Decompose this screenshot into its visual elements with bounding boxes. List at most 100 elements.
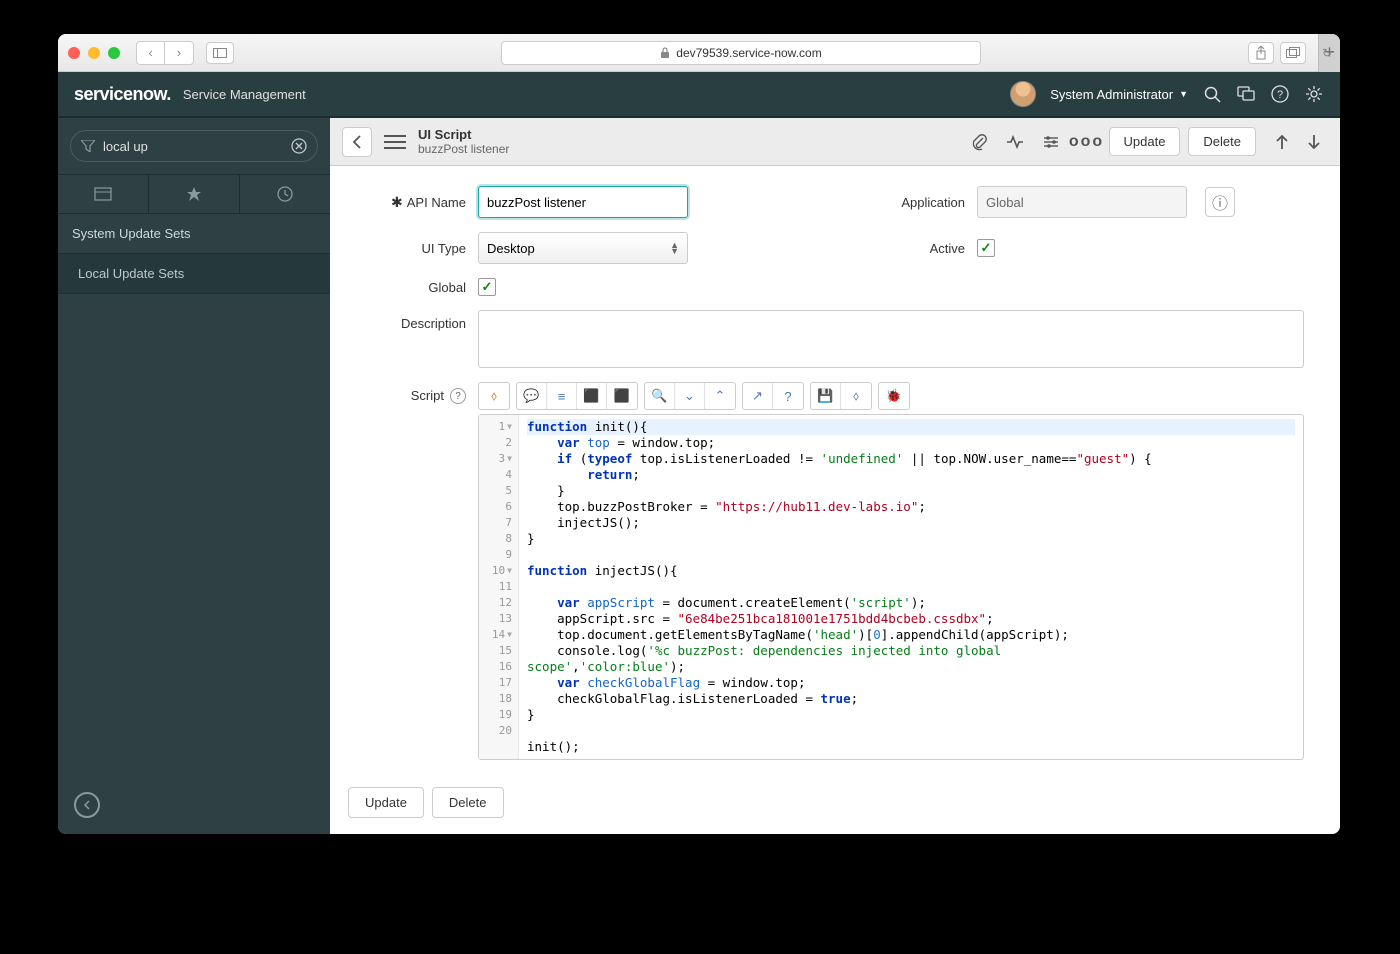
forward-button[interactable]: ›	[165, 42, 193, 64]
form-body: ✱API Name Application ⓘ UI Type	[330, 166, 1340, 771]
script-editor[interactable]: 1 ▼2 3 ▼4 5 6 7 8 9 10 ▼11 12 13 14 ▼15 …	[478, 414, 1304, 760]
more-icon[interactable]: ooo	[1073, 128, 1101, 156]
browser-window: ‹ › dev79539.service-now.com ↻ + service…	[58, 34, 1340, 834]
active-checkbox[interactable]: ✓	[977, 239, 995, 257]
field-ui-type: UI Type Desktop ▲▼	[366, 232, 805, 264]
user-menu[interactable]: System Administrator ▼	[1050, 87, 1188, 102]
tb-fullscreen-icon[interactable]: ↗	[743, 383, 773, 409]
help-icon[interactable]: ?	[1270, 84, 1290, 104]
script-label: Script	[411, 388, 444, 403]
filter-input[interactable]	[103, 139, 283, 154]
ui-type-value: Desktop	[487, 241, 535, 256]
active-label: Active	[865, 241, 965, 256]
next-record-button[interactable]	[1300, 128, 1328, 156]
spacer	[865, 278, 1304, 296]
nav-section-update-sets[interactable]: System Update Sets	[58, 214, 330, 254]
form-row-2: UI Type Desktop ▲▼ Active ✓	[366, 232, 1304, 264]
url-bar[interactable]: dev79539.service-now.com ↻	[501, 41, 981, 65]
update-button-bottom[interactable]: Update	[348, 787, 424, 818]
tb-comment-icon[interactable]: 💬	[517, 383, 547, 409]
share-icon[interactable]	[1248, 42, 1274, 64]
application-label: Application	[865, 195, 965, 210]
application-input	[977, 186, 1187, 218]
form-row-script: Script ? ⬨ 💬 ≡ ⬛ ⬛	[366, 382, 1304, 760]
sidebar-toggle-button[interactable]	[206, 42, 234, 64]
back-button[interactable]	[342, 127, 372, 157]
gear-icon[interactable]	[1304, 84, 1324, 104]
avatar[interactable]	[1010, 81, 1036, 107]
delete-button-bottom[interactable]: Delete	[432, 787, 504, 818]
required-icon: ✱	[391, 194, 403, 211]
update-button[interactable]: Update	[1109, 127, 1181, 156]
reload-icon[interactable]: ↻	[1322, 46, 1332, 60]
svg-text:?: ?	[1277, 89, 1283, 101]
chat-icon[interactable]	[1236, 84, 1256, 104]
script-help-icon[interactable]: ?	[450, 388, 466, 404]
application-info-icon[interactable]: ⓘ	[1205, 187, 1235, 217]
tb-debug-icon[interactable]: 🐞	[879, 383, 909, 409]
clear-filter-icon[interactable]	[291, 138, 307, 154]
ui-type-label: UI Type	[366, 241, 466, 256]
field-global: Global ✓	[366, 278, 805, 296]
main: UI Script buzzPost listener ooo	[330, 118, 1340, 834]
window-minimize-icon[interactable]	[88, 47, 100, 59]
tb-indent-right-icon[interactable]: ⬛	[607, 383, 637, 409]
settings-icon[interactable]	[1037, 128, 1065, 156]
ui-type-select[interactable]: Desktop ▲▼	[478, 232, 688, 264]
record-name-label: buzzPost listener	[418, 142, 509, 156]
tb-toggle-icon[interactable]: ⬨	[841, 383, 871, 409]
api-name-input[interactable]	[478, 186, 688, 218]
global-checkbox[interactable]: ✓	[478, 278, 496, 296]
nav-tab-history[interactable]	[240, 175, 330, 213]
global-label: Global	[366, 280, 466, 295]
sidebar-collapse-button[interactable]	[74, 792, 100, 818]
tb-syntax-icon[interactable]: ⬨	[479, 383, 509, 409]
editor-gutter: 1 ▼2 3 ▼4 5 6 7 8 9 10 ▼11 12 13 14 ▼15 …	[479, 415, 519, 759]
filter-row	[58, 118, 330, 174]
window-close-icon[interactable]	[68, 47, 80, 59]
field-active: Active ✓	[865, 232, 1304, 264]
description-textarea[interactable]	[478, 310, 1304, 368]
form-row-description: Description	[366, 310, 1304, 368]
attachment-icon[interactable]	[965, 128, 993, 156]
api-name-label: ✱API Name	[366, 194, 466, 211]
activity-icon[interactable]	[1001, 128, 1029, 156]
prev-record-button[interactable]	[1268, 128, 1296, 156]
tb-save-icon[interactable]: 💾	[811, 383, 841, 409]
lock-icon	[660, 47, 670, 59]
banner: servicenow. Service Management System Ad…	[58, 72, 1340, 116]
back-button[interactable]: ‹	[137, 42, 165, 64]
nav-tab-favorites[interactable]	[149, 175, 240, 213]
nav-tab-all[interactable]	[58, 175, 149, 213]
tb-help-icon[interactable]: ?	[773, 383, 803, 409]
delete-button[interactable]: Delete	[1188, 127, 1256, 156]
nav-arrows: ‹ ›	[136, 41, 194, 65]
tb-search-icon[interactable]: 🔍	[645, 383, 675, 409]
brand-subtitle: Service Management	[183, 87, 306, 102]
app-body: System Update Sets Local Update Sets UI …	[58, 116, 1340, 834]
description-label: Description	[366, 310, 466, 331]
sidebar: System Update Sets Local Update Sets	[58, 118, 330, 834]
app: servicenow. Service Management System Ad…	[58, 72, 1340, 834]
tb-find-next-icon[interactable]: ⌄	[675, 383, 705, 409]
record-nav	[1268, 128, 1328, 156]
search-icon[interactable]	[1202, 84, 1222, 104]
script-editor-wrap: ⬨ 💬 ≡ ⬛ ⬛ 🔍 ⌄ ⌃	[478, 382, 1304, 760]
header-actions: ooo Update Delete	[965, 127, 1329, 156]
tb-format-icon[interactable]: ≡	[547, 383, 577, 409]
header-title-block: UI Script buzzPost listener	[418, 127, 509, 157]
url-text: dev79539.service-now.com	[676, 46, 821, 60]
form-header: UI Script buzzPost listener ooo	[330, 118, 1340, 166]
sidebar-item-local-update-sets[interactable]: Local Update Sets	[58, 254, 330, 294]
form-row-1: ✱API Name Application ⓘ	[366, 186, 1304, 218]
filter-box[interactable]	[70, 130, 318, 162]
editor-toolbar: ⬨ 💬 ≡ ⬛ ⬛ 🔍 ⌄ ⌃	[478, 382, 1304, 410]
tb-find-prev-icon[interactable]: ⌃	[705, 383, 735, 409]
banner-right: System Administrator ▼ ?	[1010, 81, 1324, 107]
user-name-label: System Administrator	[1050, 87, 1173, 102]
context-menu-button[interactable]	[382, 129, 408, 155]
tabs-icon[interactable]	[1280, 42, 1306, 64]
tb-indent-left-icon[interactable]: ⬛	[577, 383, 607, 409]
editor-code[interactable]: function init(){ var top = window.top; i…	[519, 415, 1303, 759]
window-zoom-icon[interactable]	[108, 47, 120, 59]
